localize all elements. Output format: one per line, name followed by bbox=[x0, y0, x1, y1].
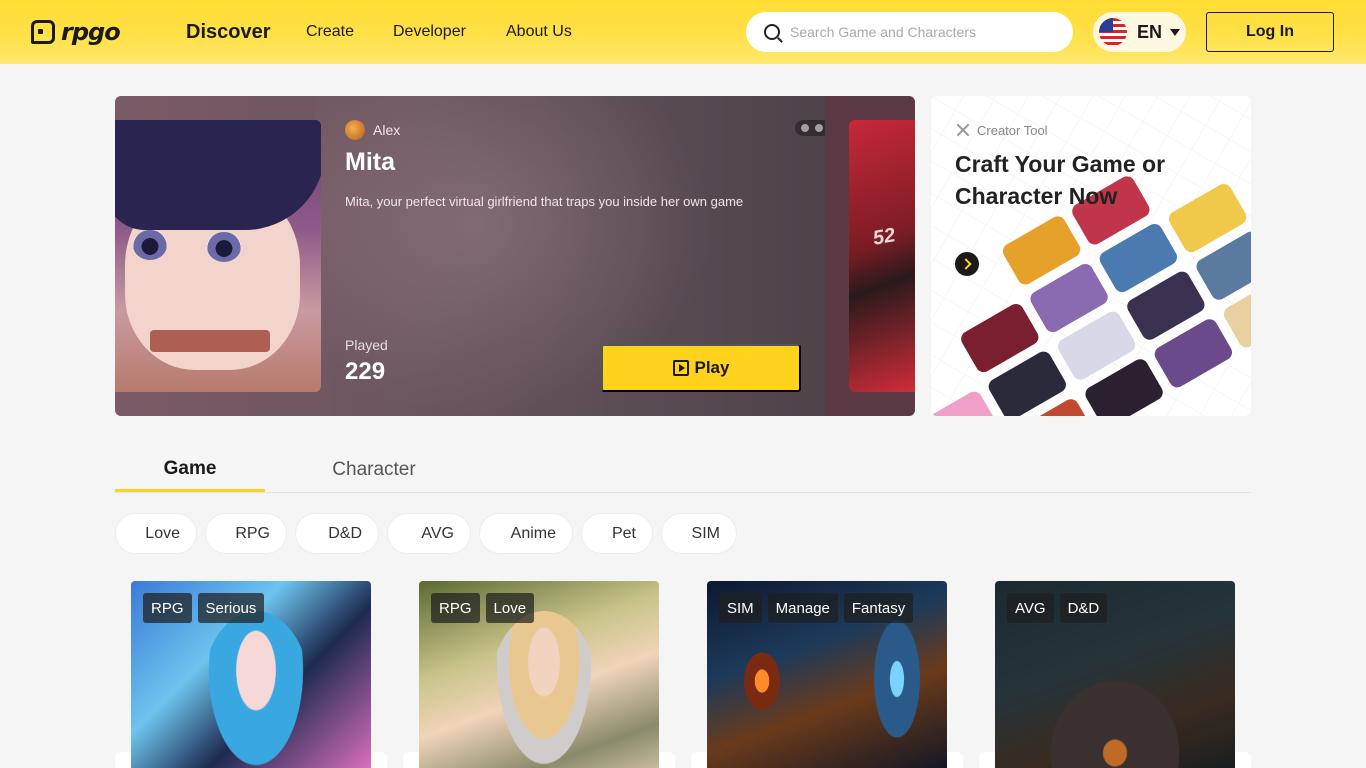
hero-title: Mita bbox=[345, 148, 395, 176]
chip-sim[interactable]: SIM bbox=[661, 513, 737, 554]
chip-avg[interactable]: AVG bbox=[387, 513, 471, 554]
creator-tool-text: Creator Tool bbox=[977, 122, 1048, 138]
game-card[interactable]: RPG Love bbox=[419, 581, 659, 768]
tab-character[interactable]: Character bbox=[299, 448, 449, 492]
language-selector[interactable]: EN bbox=[1093, 12, 1186, 52]
chip-rpg[interactable]: RPG bbox=[205, 513, 287, 554]
hero-description: Mita, your perfect virtual girlfriend th… bbox=[345, 194, 744, 209]
tag: Serious bbox=[197, 593, 265, 623]
author-name: Alex bbox=[373, 122, 401, 138]
chip-pet[interactable]: Pet bbox=[581, 513, 653, 554]
played-label: Played bbox=[345, 337, 388, 353]
character-eye bbox=[207, 232, 241, 262]
logo-text: rpgo bbox=[61, 18, 121, 46]
card-cover-image bbox=[489, 611, 599, 768]
tag: Love bbox=[485, 593, 535, 623]
character-eye bbox=[133, 230, 167, 260]
hero-next-slide-preview[interactable]: 52 bbox=[825, 96, 915, 416]
us-flag-icon bbox=[1099, 18, 1127, 46]
tag: Fantasy bbox=[843, 593, 914, 623]
card-cover-image bbox=[857, 611, 937, 768]
card-tags: SIM Manage Fantasy bbox=[719, 593, 914, 623]
tag: AVG bbox=[1007, 593, 1054, 623]
game-card[interactable]: AVG D&D bbox=[995, 581, 1235, 768]
tag: Manage bbox=[767, 593, 838, 623]
game-card[interactable]: SIM Manage Fantasy bbox=[707, 581, 947, 768]
character-hair bbox=[115, 120, 321, 230]
card-tags: RPG Love bbox=[431, 593, 535, 623]
carousel-indicator bbox=[795, 120, 825, 136]
game-card[interactable]: RPG Serious bbox=[131, 581, 371, 768]
nav-developer[interactable]: Developer bbox=[393, 0, 466, 64]
avatar bbox=[345, 120, 365, 140]
tab-game[interactable]: Game bbox=[115, 448, 265, 492]
hero-author[interactable]: Alex bbox=[345, 120, 400, 140]
chevron-down-icon bbox=[1170, 28, 1181, 36]
carousel-dot[interactable] bbox=[801, 124, 809, 132]
login-button[interactable]: Log In bbox=[1206, 12, 1334, 52]
tag: D&D bbox=[1059, 593, 1108, 623]
hero-character-image bbox=[115, 120, 321, 392]
creator-title: Craft Your Game or Character Now bbox=[955, 151, 1166, 209]
tag: SIM bbox=[719, 593, 762, 623]
nav-discover[interactable]: Discover bbox=[186, 0, 271, 64]
site-logo[interactable]: rpgo bbox=[31, 17, 135, 47]
category-filter-chips: Love RPG D&D AVG Anime Pet SIM bbox=[115, 513, 737, 554]
play-label: Play bbox=[694, 358, 730, 377]
card-tags: AVG D&D bbox=[1007, 593, 1108, 623]
creator-tool-label: Creator Tool bbox=[955, 122, 1048, 138]
chip-anime[interactable]: Anime bbox=[479, 513, 573, 554]
next-slide-image bbox=[849, 120, 915, 392]
character-collar bbox=[150, 330, 270, 352]
card-cover-image bbox=[201, 611, 311, 768]
arrow-right-icon[interactable] bbox=[955, 252, 979, 276]
search-input[interactable] bbox=[790, 24, 1050, 40]
hero-banner[interactable]: Alex Mita Mita, your perfect virtual gir… bbox=[115, 96, 825, 416]
tag: RPG bbox=[431, 593, 480, 623]
logo-icon bbox=[31, 20, 55, 44]
chip-dnd[interactable]: D&D bbox=[295, 513, 379, 554]
card-tags: RPG Serious bbox=[143, 593, 265, 623]
content-tabs: Game Character bbox=[115, 448, 1251, 493]
search-icon bbox=[764, 24, 780, 40]
language-code: EN bbox=[1137, 21, 1163, 42]
top-header: rpgo Discover Create Developer About Us … bbox=[0, 0, 1366, 64]
play-button[interactable]: Play bbox=[601, 344, 801, 392]
creator-tool-card[interactable]: Creator Tool Craft Your Game or Characte… bbox=[931, 96, 1251, 416]
carousel-dot[interactable] bbox=[815, 124, 823, 132]
play-icon bbox=[672, 360, 689, 376]
tools-icon bbox=[955, 122, 971, 138]
tag: RPG bbox=[143, 593, 192, 623]
played-count: 229 bbox=[345, 358, 386, 385]
nav-create[interactable]: Create bbox=[306, 0, 354, 64]
card-cover-image bbox=[1015, 641, 1215, 768]
next-slide-number: 52 bbox=[871, 224, 897, 250]
creator-tile-collage bbox=[931, 96, 1251, 416]
card-cover-detail bbox=[737, 641, 787, 721]
search-bar bbox=[746, 12, 1073, 52]
nav-about-us[interactable]: About Us bbox=[506, 0, 572, 64]
chip-love[interactable]: Love bbox=[115, 513, 197, 554]
